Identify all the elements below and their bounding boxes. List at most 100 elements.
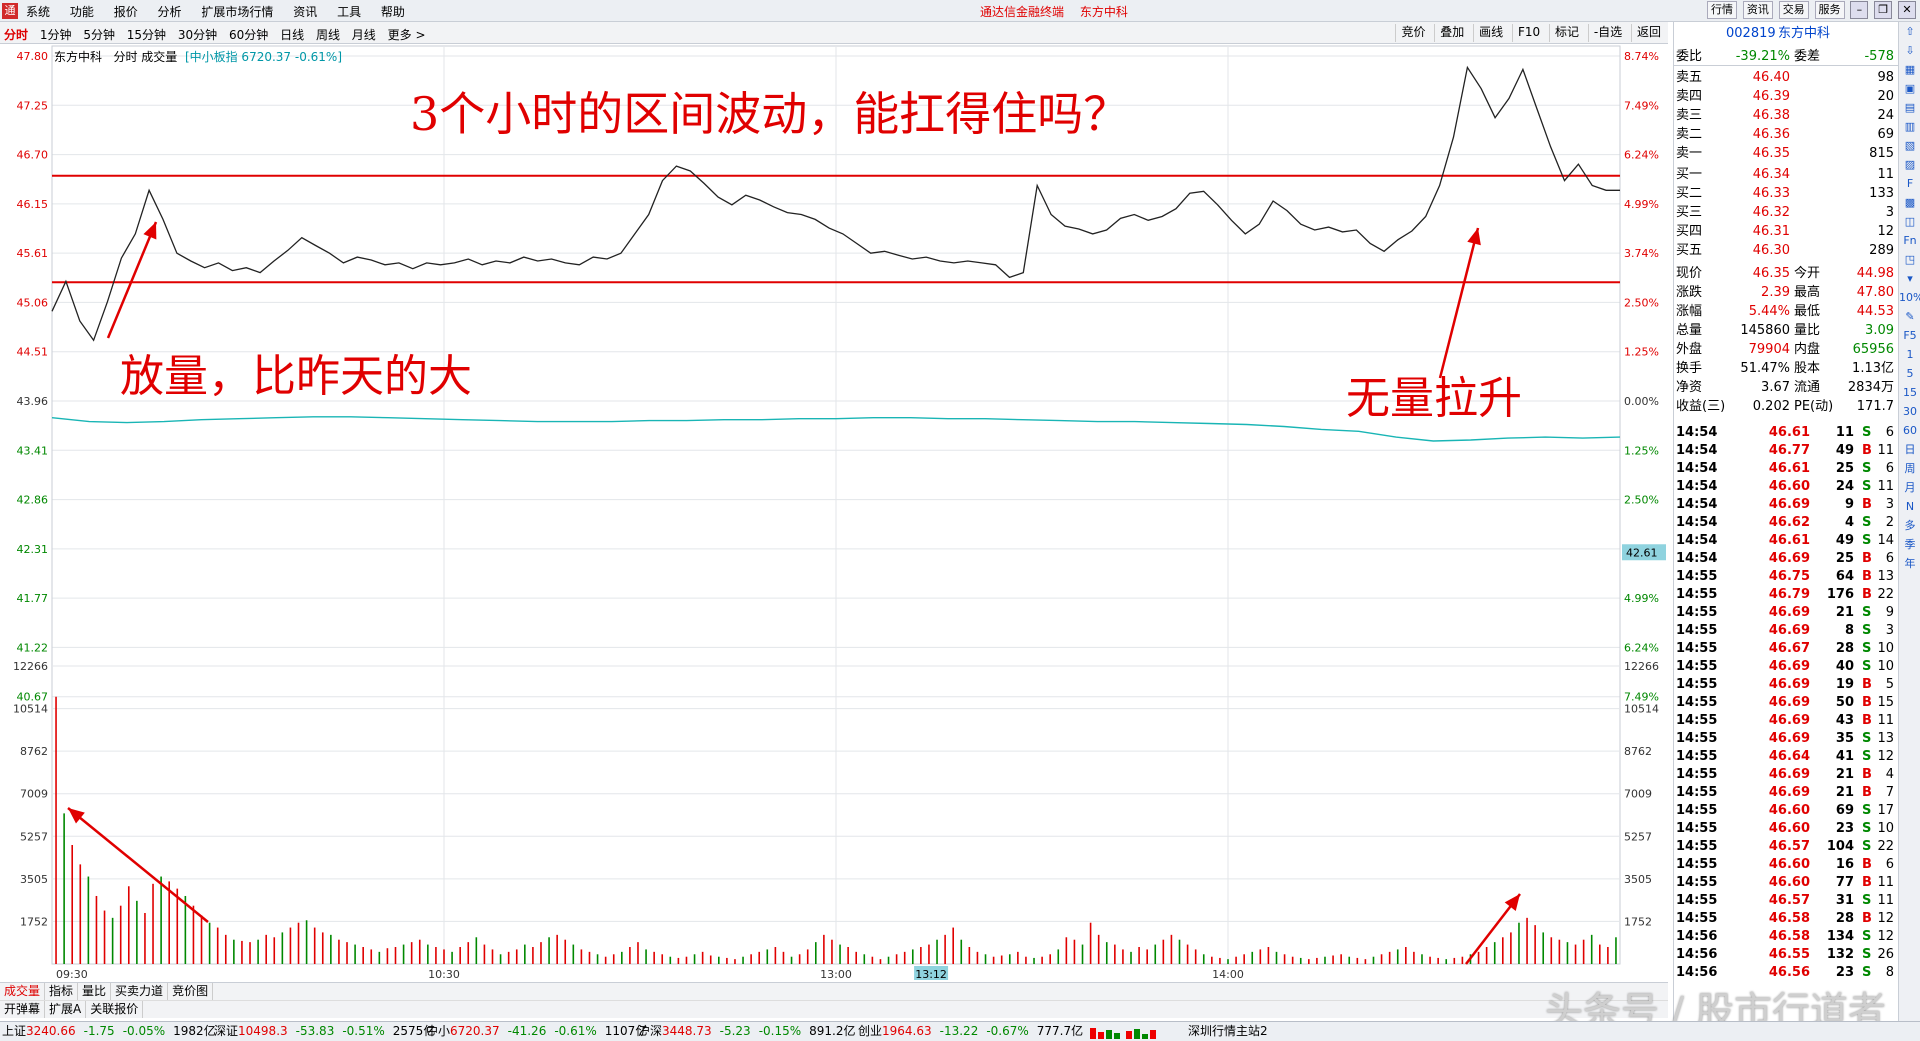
auction-button[interactable]: 竞价 — [1395, 24, 1430, 42]
stat-value: 51.47% — [1740, 361, 1790, 376]
side-tool-icon[interactable]: 日 — [1899, 440, 1920, 459]
minimize-icon[interactable]: – — [1850, 1, 1869, 19]
status-index-name: 中小 — [426, 1024, 451, 1038]
ask-volume: 815 — [1869, 146, 1894, 161]
side-tool-icon[interactable]: ▥ — [1899, 117, 1920, 136]
side-tool-icon[interactable]: F — [1899, 174, 1920, 193]
side-tool-icon[interactable]: 30 — [1899, 402, 1920, 421]
side-tool-icon[interactable]: ▧ — [1899, 136, 1920, 155]
tick-row: 14:55 46.69 43 B 11 — [1674, 712, 1898, 730]
tick-time: 14:54 — [1676, 461, 1718, 476]
status-index[interactable]: 上证3240.66 -1.75 -0.05% 1982亿 — [2, 1022, 216, 1041]
side-tool-icon[interactable]: 60 — [1899, 421, 1920, 440]
pct-tick-label: 1.25% — [1624, 444, 1659, 457]
side-tool-icon[interactable]: 多 — [1899, 516, 1920, 535]
side-tool-icon[interactable]: N — [1899, 497, 1920, 516]
overlay-button[interactable]: 叠加 — [1434, 24, 1469, 42]
watchlist-button[interactable]: -自选 — [1587, 24, 1627, 42]
weibi-row: 委比 -39.21% 委差 -578 — [1674, 47, 1898, 66]
tab-30min[interactable]: 30分钟 — [178, 28, 217, 42]
pct-tick-label: 4.99% — [1624, 592, 1659, 605]
tab-danmaku[interactable]: 开弹幕 — [0, 1001, 46, 1018]
price-tick-label: 41.22 — [17, 641, 49, 654]
tick-price: 46.55 — [1768, 947, 1810, 962]
pct-tick-label: 2.50% — [1624, 494, 1659, 507]
side-tool-icon[interactable]: ▦ — [1899, 60, 1920, 79]
tick-time: 14:55 — [1676, 677, 1718, 692]
menu-tools[interactable]: 工具 — [337, 5, 361, 19]
side-tool-icon[interactable]: 5 — [1899, 364, 1920, 383]
menu-analysis[interactable]: 分析 — [158, 5, 182, 19]
side-tool-icon[interactable]: 1 — [1899, 345, 1920, 364]
back-button[interactable]: 返回 — [1630, 24, 1666, 42]
tab-weekly[interactable]: 周线 — [316, 28, 340, 42]
tab-1min[interactable]: 1分钟 — [40, 28, 72, 42]
tab-auction-chart[interactable]: 竞价图 — [168, 983, 214, 1000]
tab-daily[interactable]: 日线 — [280, 28, 304, 42]
side-tool-icon[interactable]: ▨ — [1899, 155, 1920, 174]
tab-volume-ratio[interactable]: 量比 — [78, 983, 112, 1000]
side-tool-icon[interactable]: ▩ — [1899, 193, 1920, 212]
tab-more[interactable]: 更多 > — [388, 28, 426, 42]
side-tool-icon[interactable]: 季 — [1899, 535, 1920, 554]
tab-volume[interactable]: 成交量 — [0, 983, 46, 1000]
tab-monthly[interactable]: 月线 — [352, 28, 376, 42]
tab-15min[interactable]: 15分钟 — [127, 28, 166, 42]
tab-intraday[interactable]: 分时 — [4, 28, 28, 42]
draw-button[interactable]: 画线 — [1473, 24, 1508, 42]
tab-60min[interactable]: 60分钟 — [229, 28, 268, 42]
side-tool-icon[interactable]: 年 — [1899, 554, 1920, 573]
close-icon[interactable]: ✕ — [1898, 1, 1916, 19]
mark-button[interactable]: 标记 — [1548, 24, 1584, 42]
side-tool-icon[interactable]: 15 — [1899, 383, 1920, 402]
status-index[interactable]: 中小6720.37 -41.26 -0.61% 1107亿 — [426, 1022, 647, 1041]
side-tool-icon[interactable]: 10% — [1899, 288, 1920, 307]
f10-button[interactable]: F10 — [1511, 24, 1545, 42]
side-tool-icon[interactable]: ◫ — [1899, 212, 1920, 231]
side-tool-icon[interactable]: ⇩ — [1899, 41, 1920, 60]
bid-row: 买一 46.34 11 — [1674, 165, 1898, 184]
status-index[interactable]: 沪深3448.73 -5.23 -0.15% 891.2亿 — [638, 1022, 856, 1041]
quote-button[interactable]: 行情 — [1707, 1, 1738, 19]
side-tool-icon[interactable]: ✎ — [1899, 307, 1920, 326]
tick-count: 10 — [1877, 659, 1894, 674]
tab-related-quote[interactable]: 关联报价 — [86, 1001, 144, 1018]
side-tool-icon[interactable]: F5 — [1899, 326, 1920, 345]
menu-function[interactable]: 功能 — [70, 5, 94, 19]
side-tool-icon[interactable]: ▤ — [1899, 98, 1920, 117]
ask-label: 卖一 — [1676, 146, 1703, 161]
menu-ext-market[interactable]: 扩展市场行情 — [201, 5, 273, 19]
trade-button[interactable]: 交易 — [1778, 1, 1809, 19]
side-toolbar: ⇧⇩▦▣▤▥▧▨F▩◫Fn◳▾10%✎F515153060日周月N多季年 — [1898, 22, 1920, 1030]
restore-icon[interactable]: ❐ — [1874, 1, 1893, 19]
tab-indicator[interactable]: 指标 — [45, 983, 79, 1000]
status-index[interactable]: 深证10498.3 -53.83 -0.51% 2575亿 — [214, 1022, 435, 1041]
bid-label: 买四 — [1676, 224, 1703, 239]
side-tool-icon[interactable]: ⇧ — [1899, 22, 1920, 41]
stat-label: 现价 — [1676, 266, 1703, 281]
tab-5min[interactable]: 5分钟 — [83, 28, 115, 42]
service-button[interactable]: 服务 — [1814, 1, 1845, 19]
menu-system[interactable]: 系统 — [26, 5, 50, 19]
side-tool-icon[interactable]: ▾ — [1899, 269, 1920, 288]
intraday-chart[interactable]: 47.80 8.74% 47.25 7.49% 46.70 6.24% 46.15 4.99%… — [0, 44, 1668, 980]
menu-quote[interactable]: 报价 — [114, 5, 138, 19]
news-button[interactable]: 资讯 — [1742, 1, 1773, 19]
tick-qty: 49 — [1835, 533, 1854, 548]
status-index[interactable]: 创业1964.63 -13.22 -0.67% 777.7亿 — [858, 1022, 1083, 1041]
tab-buy-sell-force[interactable]: 买卖力道 — [111, 983, 169, 1000]
tick-price: 46.69 — [1768, 605, 1810, 620]
side-tool-icon[interactable]: Fn — [1899, 231, 1920, 250]
menu-news[interactable]: 资讯 — [293, 5, 317, 19]
side-tool-icon[interactable]: ◳ — [1899, 250, 1920, 269]
side-tool-icon[interactable]: 周 — [1899, 459, 1920, 478]
tick-price: 46.75 — [1768, 569, 1810, 584]
side-tool-icon[interactable]: 月 — [1899, 478, 1920, 497]
side-tool-icon[interactable]: ▣ — [1899, 79, 1920, 98]
tick-side: B — [1862, 713, 1872, 728]
tab-extension-a[interactable]: 扩展A — [45, 1001, 87, 1018]
tick-qty: 16 — [1835, 857, 1854, 872]
menu-help[interactable]: 帮助 — [381, 5, 405, 19]
cursor-time-label: 13:12 — [915, 968, 947, 980]
tick-row: 14:55 46.69 50 B 15 — [1674, 694, 1898, 712]
